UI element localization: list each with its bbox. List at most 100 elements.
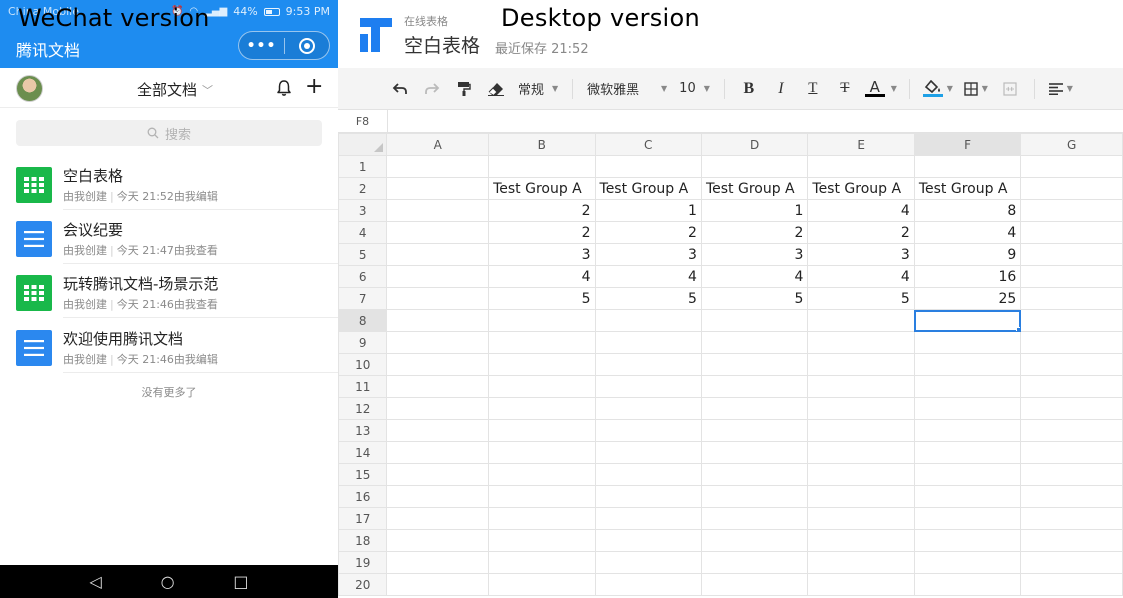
- sheet-cell[interactable]: [594, 155, 702, 178]
- sheet-cell[interactable]: [913, 485, 1022, 508]
- sheet-cell[interactable]: [594, 441, 702, 464]
- cell-reference[interactable]: F8: [338, 110, 388, 133]
- sheet-cell[interactable]: 5: [488, 287, 596, 310]
- sheet-cell[interactable]: [1020, 243, 1123, 266]
- sheet-cell[interactable]: [386, 397, 490, 420]
- close-mini-program-button[interactable]: [285, 37, 329, 54]
- sheet-cell[interactable]: [386, 177, 490, 200]
- sheet-cell[interactable]: Test Group A: [807, 177, 915, 200]
- sheet-cell[interactable]: 1: [594, 199, 702, 222]
- sheet-cell[interactable]: 16: [913, 265, 1022, 288]
- sheet-cell[interactable]: [1020, 397, 1123, 420]
- merge-cells-icon[interactable]: [994, 76, 1026, 102]
- row-header[interactable]: 2: [338, 177, 388, 200]
- sheet-cell[interactable]: [594, 463, 702, 486]
- sheet-cell[interactable]: 5: [594, 287, 702, 310]
- sheet-cell[interactable]: 4: [700, 265, 809, 288]
- sheet-cell[interactable]: 25: [913, 287, 1022, 310]
- sheet-cell[interactable]: Test Group A: [700, 177, 809, 200]
- sheet-cell[interactable]: [807, 573, 915, 596]
- sheet-cell[interactable]: 1: [700, 199, 809, 222]
- sheet-cell[interactable]: [1020, 287, 1123, 310]
- sheet-cell[interactable]: 3: [488, 243, 596, 266]
- sheet-cell[interactable]: [1020, 265, 1123, 288]
- sheet-cell[interactable]: [700, 397, 809, 420]
- italic-button[interactable]: I: [765, 76, 797, 102]
- format-painter-icon[interactable]: [448, 76, 480, 102]
- sheet-cell[interactable]: [913, 331, 1022, 354]
- sheet-cell[interactable]: [594, 573, 702, 596]
- font-family-dropdown[interactable]: 微软雅黑 ▼: [581, 76, 673, 102]
- recent-apps-icon[interactable]: □: [233, 572, 248, 591]
- sheet-cell[interactable]: [386, 287, 490, 310]
- sheet-cell[interactable]: [913, 507, 1022, 530]
- sheet-cell[interactable]: [488, 485, 596, 508]
- sheet-cell[interactable]: [488, 441, 596, 464]
- sheet-cell[interactable]: [386, 507, 490, 530]
- column-header[interactable]: F: [913, 133, 1022, 156]
- sheet-cell[interactable]: [1020, 375, 1123, 398]
- sheet-cell[interactable]: [700, 155, 809, 178]
- select-all-corner[interactable]: [338, 133, 388, 156]
- sheet-cell[interactable]: [386, 309, 490, 332]
- tencent-docs-logo-icon[interactable]: [356, 14, 396, 54]
- sheet-cell[interactable]: [700, 507, 809, 530]
- sheet-cell[interactable]: [700, 331, 809, 354]
- sheet-cell[interactable]: [807, 529, 915, 552]
- redo-icon[interactable]: [416, 76, 448, 102]
- sheet-cell[interactable]: [1020, 331, 1123, 354]
- sheet-cell[interactable]: 2: [700, 221, 809, 244]
- document-filter-dropdown[interactable]: 全部文档 ﹀: [137, 79, 213, 100]
- sheet-cell[interactable]: [1020, 419, 1123, 442]
- sheet-cell[interactable]: [913, 441, 1022, 464]
- sheet-cell[interactable]: Test Group A: [594, 177, 702, 200]
- sheet-cell[interactable]: [1020, 177, 1123, 200]
- sheet-cell[interactable]: [1020, 529, 1123, 552]
- row-header[interactable]: 6: [338, 265, 388, 288]
- sheet-cell[interactable]: [594, 331, 702, 354]
- sheet-cell[interactable]: [807, 353, 915, 376]
- sheet-cell[interactable]: [594, 551, 702, 574]
- sheet-cell[interactable]: [913, 463, 1022, 486]
- add-document-button[interactable]: +: [305, 76, 323, 98]
- sheet-cell[interactable]: [913, 573, 1022, 596]
- sheet-cell[interactable]: [913, 419, 1022, 442]
- sheet-cell[interactable]: [386, 375, 490, 398]
- sheet-cell[interactable]: [700, 353, 809, 376]
- column-header[interactable]: D: [700, 133, 809, 156]
- row-header[interactable]: 13: [338, 419, 388, 442]
- sheet-cell[interactable]: [386, 441, 490, 464]
- sheet-cell[interactable]: [386, 419, 490, 442]
- sheet-cell[interactable]: [594, 507, 702, 530]
- sheet-cell[interactable]: 5: [700, 287, 809, 310]
- sheet-cell[interactable]: [386, 551, 490, 574]
- sheet-cell[interactable]: [488, 463, 596, 486]
- sheet-cell[interactable]: 2: [594, 221, 702, 244]
- column-header[interactable]: A: [386, 133, 490, 156]
- sheet-cell[interactable]: [700, 419, 809, 442]
- sheet-cell[interactable]: [913, 375, 1022, 398]
- sheet-cell[interactable]: [488, 529, 596, 552]
- sheet-cell[interactable]: 4: [913, 221, 1022, 244]
- sheet-cell[interactable]: [807, 419, 915, 442]
- sheet-cell[interactable]: [1020, 573, 1123, 596]
- row-header[interactable]: 5: [338, 243, 388, 266]
- sheet-cell[interactable]: [488, 551, 596, 574]
- column-header[interactable]: C: [594, 133, 702, 156]
- sheet-cell[interactable]: [700, 441, 809, 464]
- undo-icon[interactable]: [384, 76, 416, 102]
- sheet-cell[interactable]: [700, 463, 809, 486]
- document-list-item[interactable]: 玩转腾讯文档-场景示范 由我创建 | 今天 21:46由我查看: [0, 264, 338, 318]
- sheet-cell[interactable]: [1020, 485, 1123, 508]
- sheet-cell[interactable]: 2: [488, 199, 596, 222]
- sheet-cell[interactable]: 4: [488, 265, 596, 288]
- row-header[interactable]: 8: [338, 309, 388, 332]
- sheet-cell[interactable]: [700, 485, 809, 508]
- sheet-cell[interactable]: [386, 485, 490, 508]
- avatar[interactable]: [16, 75, 43, 102]
- column-header[interactable]: G: [1020, 133, 1123, 156]
- sheet-cell[interactable]: [1020, 551, 1123, 574]
- underline-button[interactable]: T: [797, 76, 829, 102]
- sheet-cell[interactable]: [807, 397, 915, 420]
- sheet-cell[interactable]: [488, 309, 596, 332]
